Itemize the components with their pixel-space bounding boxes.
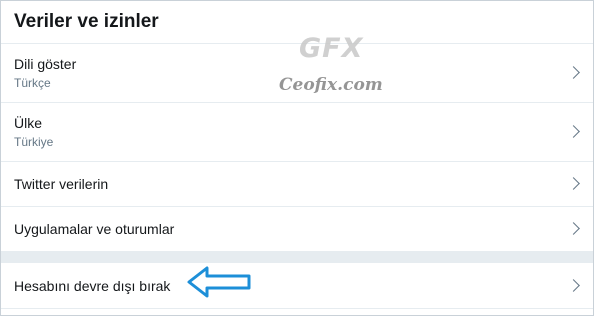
section-divider <box>1 252 593 263</box>
settings-item-display-language[interactable]: Dili göster Türkçe <box>1 44 593 103</box>
settings-item-label: Dili göster <box>14 56 77 72</box>
settings-item-deactivate-account[interactable]: Hesabını devre dışı bırak <box>1 263 593 309</box>
settings-item-label: Uygulamalar ve oturumlar <box>14 221 175 237</box>
settings-item-label: Ülke <box>14 115 43 131</box>
settings-item-label: Twitter verilerin <box>14 176 109 192</box>
chevron-right-icon <box>567 222 580 235</box>
settings-item-apps-and-sessions[interactable]: Uygulamalar ve oturumlar <box>1 207 593 252</box>
page-title: Veriler ve izinler <box>14 11 159 32</box>
settings-item-country[interactable]: Ülke Türkiye <box>1 103 593 162</box>
settings-item-twitter-data[interactable]: Twitter verilerin <box>1 162 593 207</box>
chevron-right-icon <box>567 125 580 138</box>
chevron-right-icon <box>567 66 580 79</box>
annotation-arrow-left-icon <box>187 265 253 299</box>
settings-item-label: Hesabını devre dışı bırak <box>14 277 171 294</box>
panel-header: Veriler ve izinler <box>1 1 593 44</box>
settings-item-value: Türkçe <box>14 76 51 90</box>
chevron-right-icon <box>567 177 580 190</box>
settings-panel: Veriler ve izinler Dili göster Türkçe Ül… <box>0 0 594 316</box>
arrow-left-icon <box>187 266 251 298</box>
settings-item-value: Türkiye <box>14 135 54 149</box>
chevron-right-icon <box>567 278 580 292</box>
